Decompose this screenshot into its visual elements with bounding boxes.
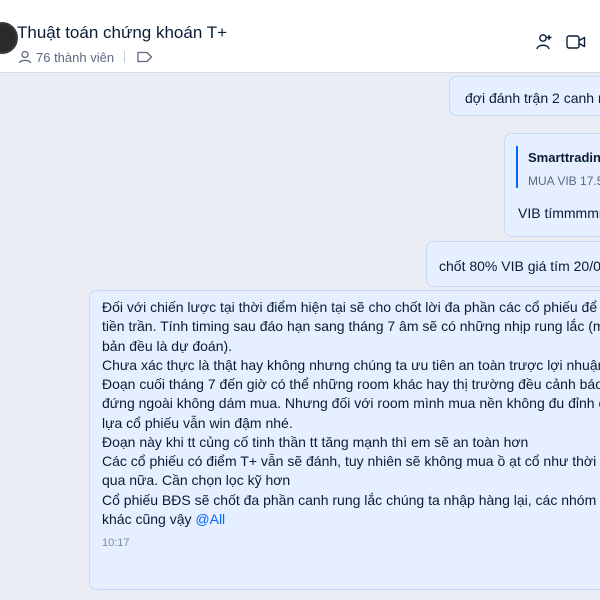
- message-line: Các cổ phiếu có điểm T+ vẫn sẽ đánh, tuy…: [102, 453, 600, 469]
- message-bubble-long[interactable]: Đối với chiến lược tại thời điểm hiện tạ…: [89, 290, 600, 590]
- message-line-last: khác cũng vậy @All: [102, 510, 600, 529]
- message-text: chốt 80% VIB giá tím 20/0: [439, 258, 600, 274]
- message-line: tiền trần. Tính timing sau đáo hạn sang …: [102, 318, 600, 335]
- quoted-text: MUA VIB 17.5: [528, 174, 600, 188]
- member-count[interactable]: 76 thành viên: [36, 50, 114, 65]
- quoted-message[interactable]: Smarttrading MUA VIB 17.5: [516, 146, 600, 188]
- message-line: đứng ngoài không dám mua. Nhưng đối với …: [102, 395, 600, 412]
- message-bubble[interactable]: chốt 80% VIB giá tím 20/0: [426, 241, 600, 287]
- message-bubble[interactable]: đợi đánh trận 2 canh r: [449, 76, 600, 116]
- quoted-sender: Smarttrading: [528, 150, 600, 165]
- message-line: lựa cổ phiếu vẫn win đậm nhé.: [102, 414, 293, 431]
- message-bubble-reply[interactable]: Smarttrading MUA VIB 17.5 VIB tímmmmm: [504, 133, 600, 237]
- message-line: Đoạn này khi tt củng cố tinh thần tt tăn…: [102, 433, 529, 450]
- video-call-icon[interactable]: [566, 34, 586, 50]
- mention-all-link[interactable]: @All: [195, 511, 225, 527]
- message-line: qua nữa. Cần chọn lọc kỹ hơn: [102, 472, 291, 489]
- message-line: bản đều là dự đoán).: [102, 337, 233, 354]
- group-avatar[interactable]: [0, 22, 18, 54]
- tag-icon[interactable]: [137, 51, 153, 63]
- chat-header: Thuật toán chứng khoán T+ 76 thành viên: [0, 0, 600, 73]
- message-line: Chưa xác thực là thật hay không nhưng ch…: [102, 356, 600, 373]
- divider: [124, 51, 126, 63]
- message-timestamp: 10:17: [102, 537, 130, 549]
- group-title[interactable]: Thuật toán chứng khoán T+: [17, 23, 227, 43]
- message-line: Đối với chiến lược tại thời điểm hiện tạ…: [102, 299, 600, 315]
- message-text: VIB tímmmmm: [518, 205, 600, 221]
- add-member-icon[interactable]: [535, 33, 553, 51]
- message-text: khác cũng vậy: [102, 510, 192, 527]
- message-line: Đoạn cuối tháng 7 đến giờ có thể những r…: [102, 376, 600, 392]
- message-line: Cổ phiếu BĐS sẽ chốt đa phần canh rung l…: [102, 491, 600, 508]
- message-text: đợi đánh trận 2 canh r: [465, 90, 600, 106]
- group-subinfo: 76 thành viên: [18, 48, 153, 66]
- person-icon[interactable]: [18, 50, 32, 64]
